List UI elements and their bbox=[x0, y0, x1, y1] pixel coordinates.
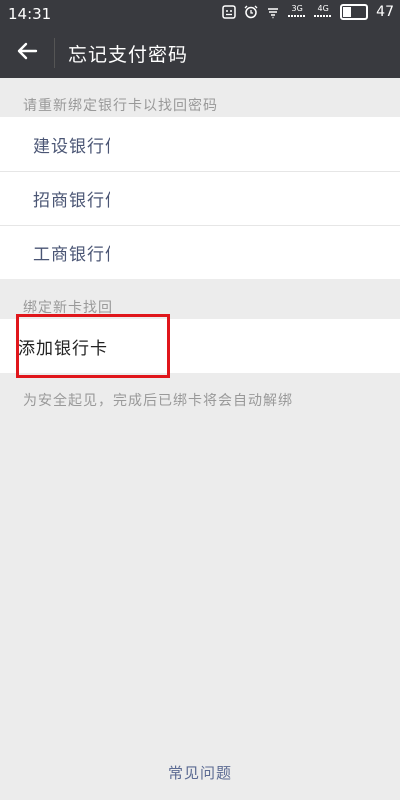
faq-link[interactable]: 常见问题 bbox=[0, 762, 400, 783]
bank-card-item-cmb[interactable]: 招商银行信 bbox=[0, 171, 400, 225]
security-note: 为安全起见，完成后已绑卡将会自动解绑 bbox=[23, 393, 293, 409]
battery-fill bbox=[343, 7, 352, 17]
arrow-left-icon bbox=[16, 40, 38, 66]
signal-3g-icon: 3G bbox=[288, 4, 307, 19]
bank-card-item-ccb[interactable]: 建设银行信 bbox=[0, 117, 400, 171]
bank-card-item-icbc[interactable]: 工商银行信 bbox=[0, 225, 400, 279]
masked-card-number bbox=[110, 233, 234, 271]
battery-icon bbox=[340, 4, 369, 20]
signal-4g-icon: 4G bbox=[314, 4, 333, 19]
notification-icon bbox=[222, 5, 236, 19]
masked-card-number bbox=[110, 125, 234, 163]
wifi-icon bbox=[266, 5, 280, 19]
new-card-list: 添加银行卡 bbox=[0, 319, 400, 373]
status-bar: 14:31 3G 4G 47 bbox=[0, 0, 400, 28]
header-divider bbox=[54, 38, 55, 68]
alarm-icon bbox=[244, 5, 258, 19]
status-time: 14:31 bbox=[8, 5, 52, 23]
network-4g-label: 4G bbox=[317, 4, 329, 13]
add-bank-card-button[interactable]: 添加银行卡 bbox=[0, 319, 400, 373]
title-bar: 忘记支付密码 bbox=[0, 28, 400, 78]
masked-card-number bbox=[110, 179, 234, 217]
rebind-section-label: 请重新绑定银行卡以找回密码 bbox=[23, 98, 218, 114]
bank-card-list: 建设银行信 招商银行信 工商银行信 bbox=[0, 117, 400, 279]
page-title: 忘记支付密码 bbox=[68, 44, 189, 66]
add-bank-card-label: 添加银行卡 bbox=[18, 338, 108, 359]
network-3g-label: 3G bbox=[291, 4, 303, 13]
battery-percent: 47 bbox=[376, 4, 394, 20]
new-card-section-label: 绑定新卡找回 bbox=[23, 300, 113, 316]
back-button[interactable] bbox=[8, 35, 46, 71]
status-icons: 3G 4G 47 bbox=[222, 4, 394, 20]
